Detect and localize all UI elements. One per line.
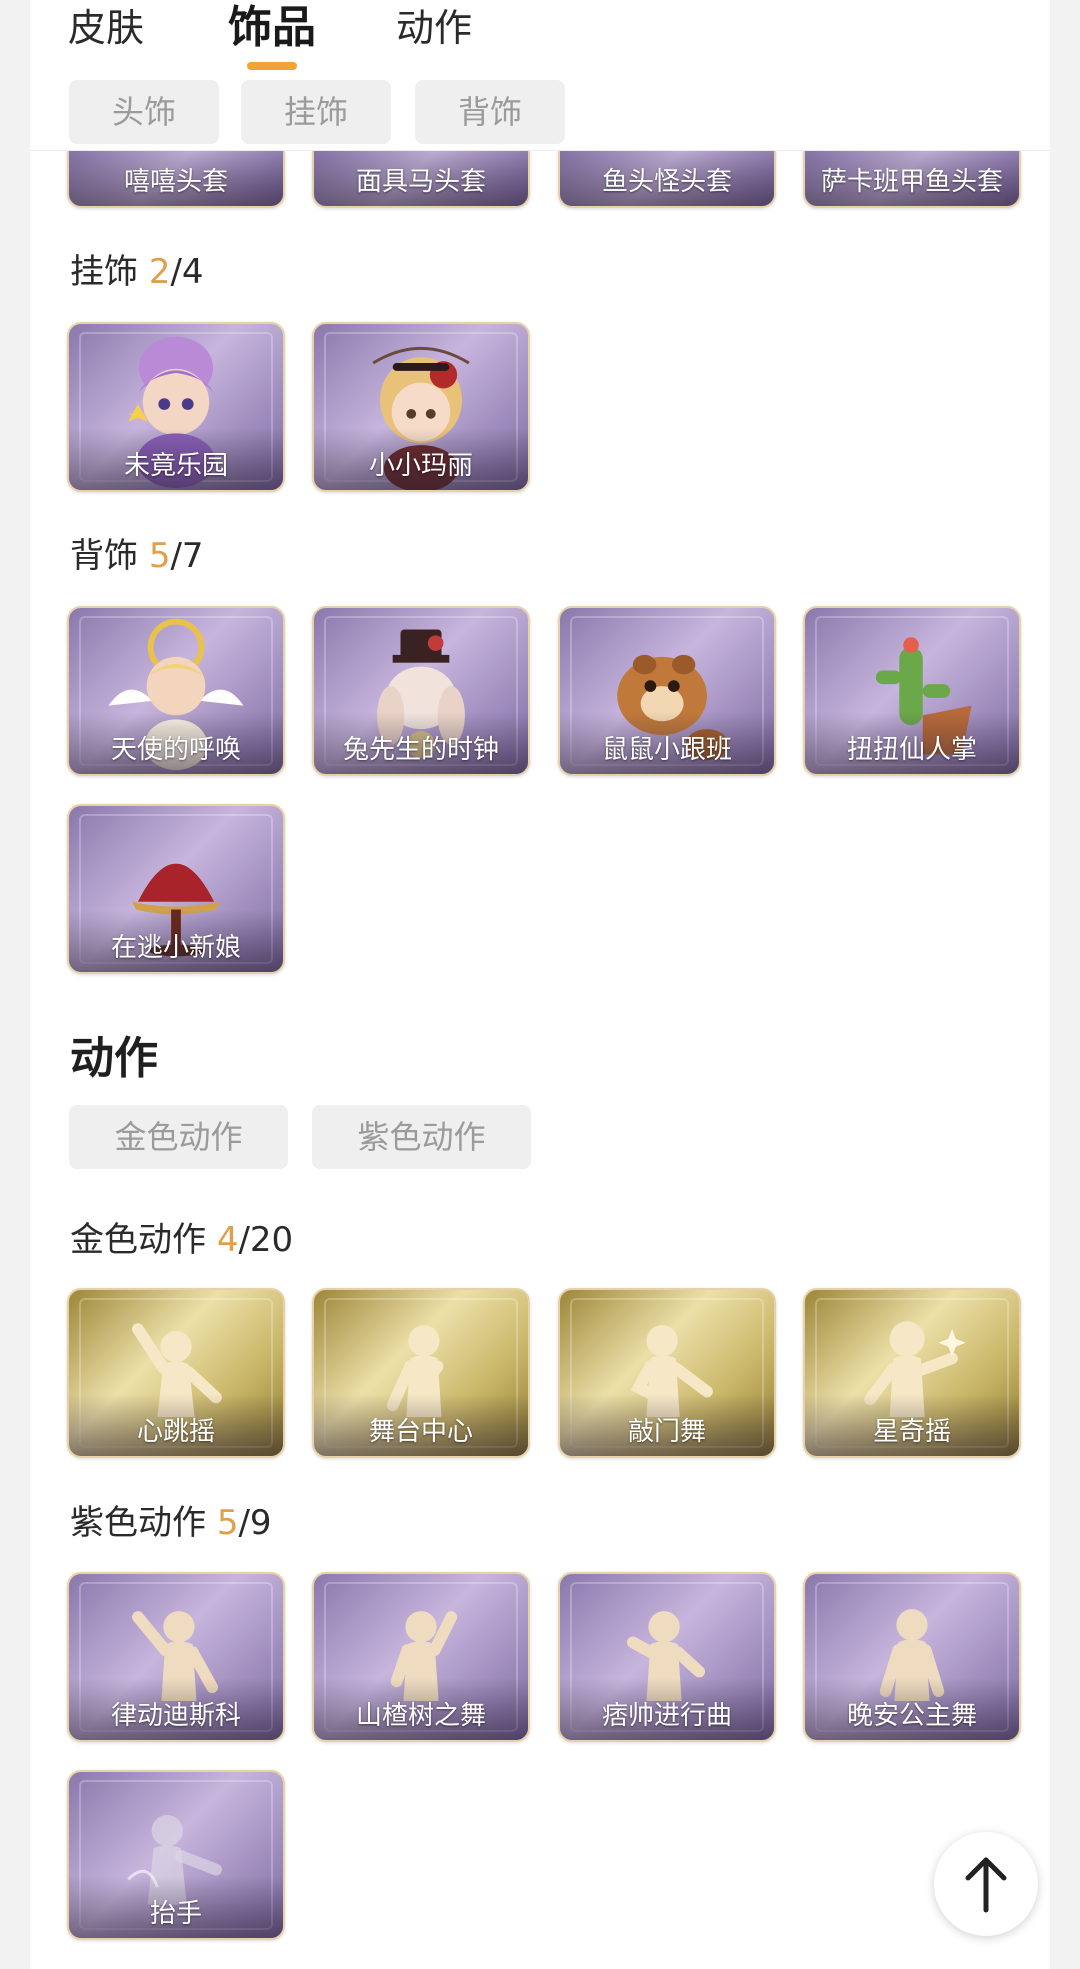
back-item-card[interactable]: 兔先生的时钟	[312, 606, 530, 776]
item-label: 萨卡班甲鱼头套	[820, 167, 1003, 197]
item-label: 扭扭仙人掌	[846, 735, 977, 765]
head-item-card[interactable]: 鱼头怪头套	[558, 150, 776, 208]
item-label: 抬手	[149, 1899, 202, 1929]
arrow-up-icon	[965, 1857, 1007, 1913]
gold-actions-title: 金色动作 4/20	[70, 1220, 294, 1260]
item-label: 舞台中心	[368, 1417, 473, 1447]
hanging-section-title: 挂饰 2/4	[70, 252, 204, 292]
item-label: 星奇摇	[872, 1417, 951, 1447]
sticky-header: 皮肤 饰品 动作 头饰 挂饰 背饰	[30, 0, 1050, 151]
purple-action-card[interactable]: 痞帅进行曲	[558, 1572, 776, 1742]
item-label: 痞帅进行曲	[601, 1701, 732, 1731]
back-to-top-button[interactable]	[934, 1832, 1038, 1936]
gold-action-card[interactable]: 星奇摇	[803, 1288, 1021, 1458]
tab-skins[interactable]: 皮肤	[68, 0, 144, 62]
item-label: 面具马头套	[355, 167, 486, 197]
back-section-title: 背饰 5/7	[70, 536, 204, 576]
gold-total-count: /20	[238, 1220, 294, 1260]
back-item-card[interactable]: 在逃小新娘	[67, 804, 285, 974]
item-label: 在逃小新娘	[110, 933, 241, 963]
gold-owned-count: 4	[216, 1220, 239, 1260]
hanging-item-card[interactable]: 小小玛丽	[312, 322, 530, 492]
item-label: 未竟乐园	[123, 451, 228, 481]
item-label: 鼠鼠小跟班	[601, 735, 732, 765]
actions-title: 动作	[70, 1033, 158, 1084]
head-item-card[interactable]: 面具马头套	[312, 150, 530, 208]
back-item-card[interactable]: 扭扭仙人掌	[803, 606, 1021, 776]
item-label: 小小玛丽	[368, 451, 473, 481]
item-label: 晚安公主舞	[846, 1701, 977, 1731]
active-tab-indicator	[247, 62, 297, 70]
hanging-item-card[interactable]: 未竟乐园	[67, 322, 285, 492]
tab-accessories[interactable]: 饰品	[228, 0, 316, 62]
head-item-card[interactable]: 嘻嘻头套	[67, 150, 285, 208]
item-label: 敲门舞	[627, 1417, 706, 1447]
purple-action-card[interactable]: 律动迪斯科	[67, 1572, 285, 1742]
filter-hanging-accessories[interactable]: 挂饰	[241, 80, 391, 144]
filter-purple-actions[interactable]: 紫色动作	[312, 1105, 531, 1169]
gold-action-card[interactable]: 敲门舞	[558, 1288, 776, 1458]
item-label: 心跳摇	[136, 1417, 215, 1447]
filter-back-accessories[interactable]: 背饰	[415, 80, 565, 144]
item-label: 律动迪斯科	[110, 1701, 241, 1731]
hanging-owned-count: 2	[148, 252, 171, 292]
purple-actions-title: 紫色动作 5/9	[70, 1503, 272, 1543]
back-item-card[interactable]: 天使的呼唤	[67, 606, 285, 776]
purple-total-count: /9	[238, 1503, 272, 1543]
filter-head-accessories[interactable]: 头饰	[69, 80, 219, 144]
purple-action-card[interactable]: 抬手	[67, 1770, 285, 1940]
item-label: 鱼头怪头套	[601, 167, 732, 197]
purple-action-card[interactable]: 晚安公主舞	[803, 1572, 1021, 1742]
back-item-card[interactable]: 鼠鼠小跟班	[558, 606, 776, 776]
hanging-total-count: /4	[170, 252, 204, 292]
gold-action-card[interactable]: 心跳摇	[67, 1288, 285, 1458]
item-label: 天使的呼唤	[110, 735, 241, 765]
item-label: 山楂树之舞	[355, 1701, 486, 1731]
filter-gold-actions[interactable]: 金色动作	[69, 1105, 288, 1169]
head-item-card[interactable]: 萨卡班甲鱼头套	[803, 150, 1021, 208]
page: 嘻嘻头套 面具马头套 鱼头怪头套 萨卡班甲鱼头套 挂饰 2/4 未竟乐园 小小玛…	[0, 0, 1080, 1969]
back-total-count: /7	[170, 536, 204, 576]
back-owned-count: 5	[148, 536, 171, 576]
purple-owned-count: 5	[216, 1503, 239, 1543]
gold-action-card[interactable]: 舞台中心	[312, 1288, 530, 1458]
item-label: 嘻嘻头套	[123, 167, 228, 197]
item-label: 兔先生的时钟	[342, 735, 499, 765]
tab-actions[interactable]: 动作	[396, 0, 472, 62]
purple-action-card[interactable]: 山楂树之舞	[312, 1572, 530, 1742]
